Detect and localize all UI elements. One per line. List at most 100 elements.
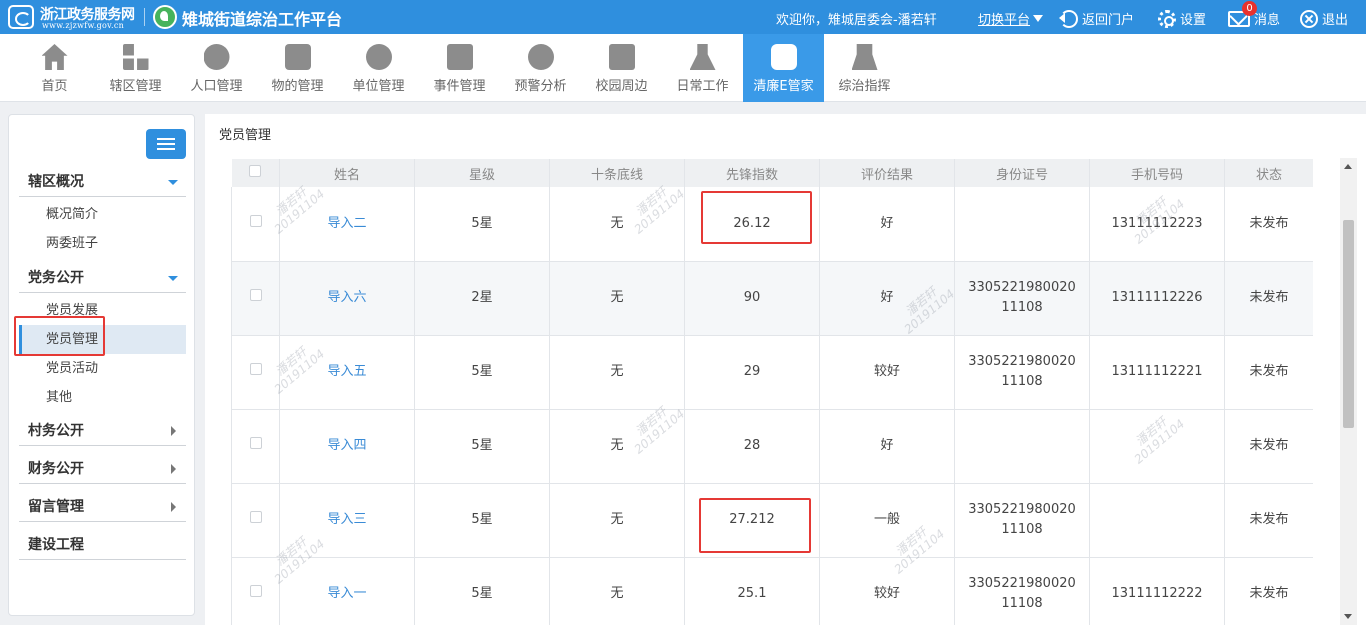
row-checkbox[interactable] xyxy=(249,289,262,301)
main-content: 党员管理 姓名 星级 十条底线 先锋指数 评价结果 身份证号 手机号码 状态 导… xyxy=(205,114,1366,625)
nav-command[interactable]: 综治指挥 xyxy=(824,34,905,102)
daily-work-icon xyxy=(689,44,716,70)
table-header-row: 姓名 星级 十条底线 先锋指数 评价结果 身份证号 手机号码 状态 xyxy=(231,159,1313,187)
status-cell: 未发布 xyxy=(1224,335,1313,410)
grid-icon xyxy=(122,44,149,70)
item-label: 党员管理 xyxy=(46,332,99,347)
nav-home[interactable]: 首页 xyxy=(14,34,95,102)
col-eval: 评价结果 xyxy=(819,159,955,187)
settings-link[interactable]: 设置 xyxy=(1158,9,1206,28)
member-name-link[interactable]: 导入三 xyxy=(279,483,415,558)
sidebar-group-message[interactable]: 留言管理 xyxy=(19,492,186,522)
scroll-up-icon[interactable] xyxy=(1344,164,1352,169)
caret-right-icon xyxy=(171,426,176,436)
member-name-link[interactable]: 导入一 xyxy=(279,557,415,625)
bottom-line-cell: 无 xyxy=(549,261,685,336)
member-name-link[interactable]: 导入二 xyxy=(279,187,415,262)
col-status: 状态 xyxy=(1224,159,1313,187)
nav-warning[interactable]: 预警分析 xyxy=(500,34,581,102)
caret-down-icon xyxy=(1033,15,1044,22)
sidebar-item-member-mgmt[interactable]: 党员管理 xyxy=(19,325,186,354)
gov-site-url: www.zjzwfw.gov.cn xyxy=(42,21,125,30)
sidebar-item-member-activity[interactable]: 党员活动 xyxy=(19,354,186,383)
bottom-line-cell: 无 xyxy=(549,483,685,558)
nav-district[interactable]: 辖区管理 xyxy=(95,34,176,102)
caret-down-icon xyxy=(168,180,178,185)
logout-label: 退出 xyxy=(1322,13,1349,28)
id-cell: 330522198002011108 xyxy=(954,557,1090,625)
nav-campus[interactable]: 校园周边 xyxy=(581,34,662,102)
status-cell: 未发布 xyxy=(1224,261,1313,336)
member-name-link[interactable]: 导入四 xyxy=(279,409,415,484)
id-cell: 330522198002011108 xyxy=(954,335,1090,410)
scroll-down-icon[interactable] xyxy=(1344,614,1352,619)
row-checkbox[interactable] xyxy=(249,585,262,597)
group-label: 党务公开 xyxy=(28,270,84,286)
logout-link[interactable]: 退出 xyxy=(1300,9,1348,28)
people-icon xyxy=(203,44,230,70)
messages-label: 消息 xyxy=(1254,13,1281,28)
item-label: 其他 xyxy=(46,390,73,405)
nav-unit[interactable]: 单位管理 xyxy=(338,34,419,102)
group-label: 财务公开 xyxy=(28,461,84,477)
select-all-cell[interactable] xyxy=(231,159,280,187)
welcome-text: 欢迎你，雉城居委会-潘若轩 xyxy=(776,13,937,28)
star-cell: 5星 xyxy=(414,187,550,262)
sidebar-item-member-dev[interactable]: 党员发展 xyxy=(19,296,186,325)
header-divider xyxy=(144,8,145,26)
caret-right-icon xyxy=(171,502,176,512)
nav-property[interactable]: 物的管理 xyxy=(257,34,338,102)
sidebar-item-intro[interactable]: 概况简介 xyxy=(19,200,186,229)
table-scrollbar[interactable] xyxy=(1340,158,1357,625)
nav-population[interactable]: 人口管理 xyxy=(176,34,257,102)
sidebar-group-construction[interactable]: 建设工程 xyxy=(19,530,186,560)
nav-label: 单位管理 xyxy=(352,79,405,94)
row-checkbox[interactable] xyxy=(249,511,262,523)
col-bottom-line: 十条底线 xyxy=(549,159,685,187)
module-nav: 首页 辖区管理 人口管理 物的管理 单位管理 事件管理 预警分析 校园周边 日常… xyxy=(0,34,1366,102)
star-cell: 2星 xyxy=(414,261,550,336)
sidebar-group-village[interactable]: 村务公开 xyxy=(19,416,186,446)
status-cell: 未发布 xyxy=(1224,483,1313,558)
item-label: 党员活动 xyxy=(46,361,99,376)
row-checkbox[interactable] xyxy=(249,363,262,375)
switch-platform-dropdown[interactable]: 切换平台 xyxy=(978,9,1044,28)
item-label: 两委班子 xyxy=(46,236,99,251)
index-cell: 29 xyxy=(684,335,820,410)
sidebar-group-party[interactable]: 党务公开 xyxy=(19,263,186,293)
table-row: 导入五 5星 无 29 较好 330522198002011108 131111… xyxy=(231,335,1313,410)
id-cell: 330522198002011108 xyxy=(954,261,1090,336)
col-phone: 手机号码 xyxy=(1089,159,1225,187)
member-table-container: 姓名 星级 十条底线 先锋指数 评价结果 身份证号 手机号码 状态 导入二 5星… xyxy=(231,159,1313,625)
index-cell: 25.1 xyxy=(684,557,820,625)
platform-logo-icon xyxy=(153,5,177,29)
menu-toggle-button[interactable] xyxy=(146,129,186,159)
home-icon xyxy=(41,44,68,70)
row-checkbox[interactable] xyxy=(249,214,262,227)
sidebar-item-committees[interactable]: 两委班子 xyxy=(19,229,186,258)
nav-label: 预警分析 xyxy=(514,79,567,94)
nav-event[interactable]: 事件管理 xyxy=(419,34,500,102)
star-cell: 5星 xyxy=(414,409,550,484)
settings-label: 设置 xyxy=(1180,13,1207,28)
nav-clean-manager[interactable]: 清廉E管家 xyxy=(743,34,824,102)
scrollbar-thumb[interactable] xyxy=(1343,220,1354,428)
table-row: 导入四 5星 无 28 好 未发布 xyxy=(231,409,1313,484)
member-table: 姓名 星级 十条底线 先锋指数 评价结果 身份证号 手机号码 状态 导入二 5星… xyxy=(231,159,1313,625)
clean-manager-icon xyxy=(770,44,797,70)
nav-daily[interactable]: 日常工作 xyxy=(662,34,743,102)
return-portal-link[interactable]: 返回门户 xyxy=(1059,9,1134,28)
member-name-link[interactable]: 导入六 xyxy=(279,261,415,336)
member-name-link[interactable]: 导入五 xyxy=(279,335,415,410)
sidebar-item-other[interactable]: 其他 xyxy=(19,383,186,412)
index-cell: 26.12 xyxy=(684,187,820,262)
nav-label: 清廉E管家 xyxy=(753,79,814,94)
select-all-checkbox[interactable] xyxy=(249,165,262,177)
item-label: 概况简介 xyxy=(46,207,99,222)
id-cell xyxy=(954,187,1090,262)
message-count-badge: 0 xyxy=(1242,1,1257,16)
sidebar-group-finance[interactable]: 财务公开 xyxy=(19,454,186,484)
sidebar-group-overview[interactable]: 辖区概况 xyxy=(19,167,186,197)
row-checkbox[interactable] xyxy=(249,437,262,449)
switch-platform-label: 切换平台 xyxy=(978,13,1031,28)
